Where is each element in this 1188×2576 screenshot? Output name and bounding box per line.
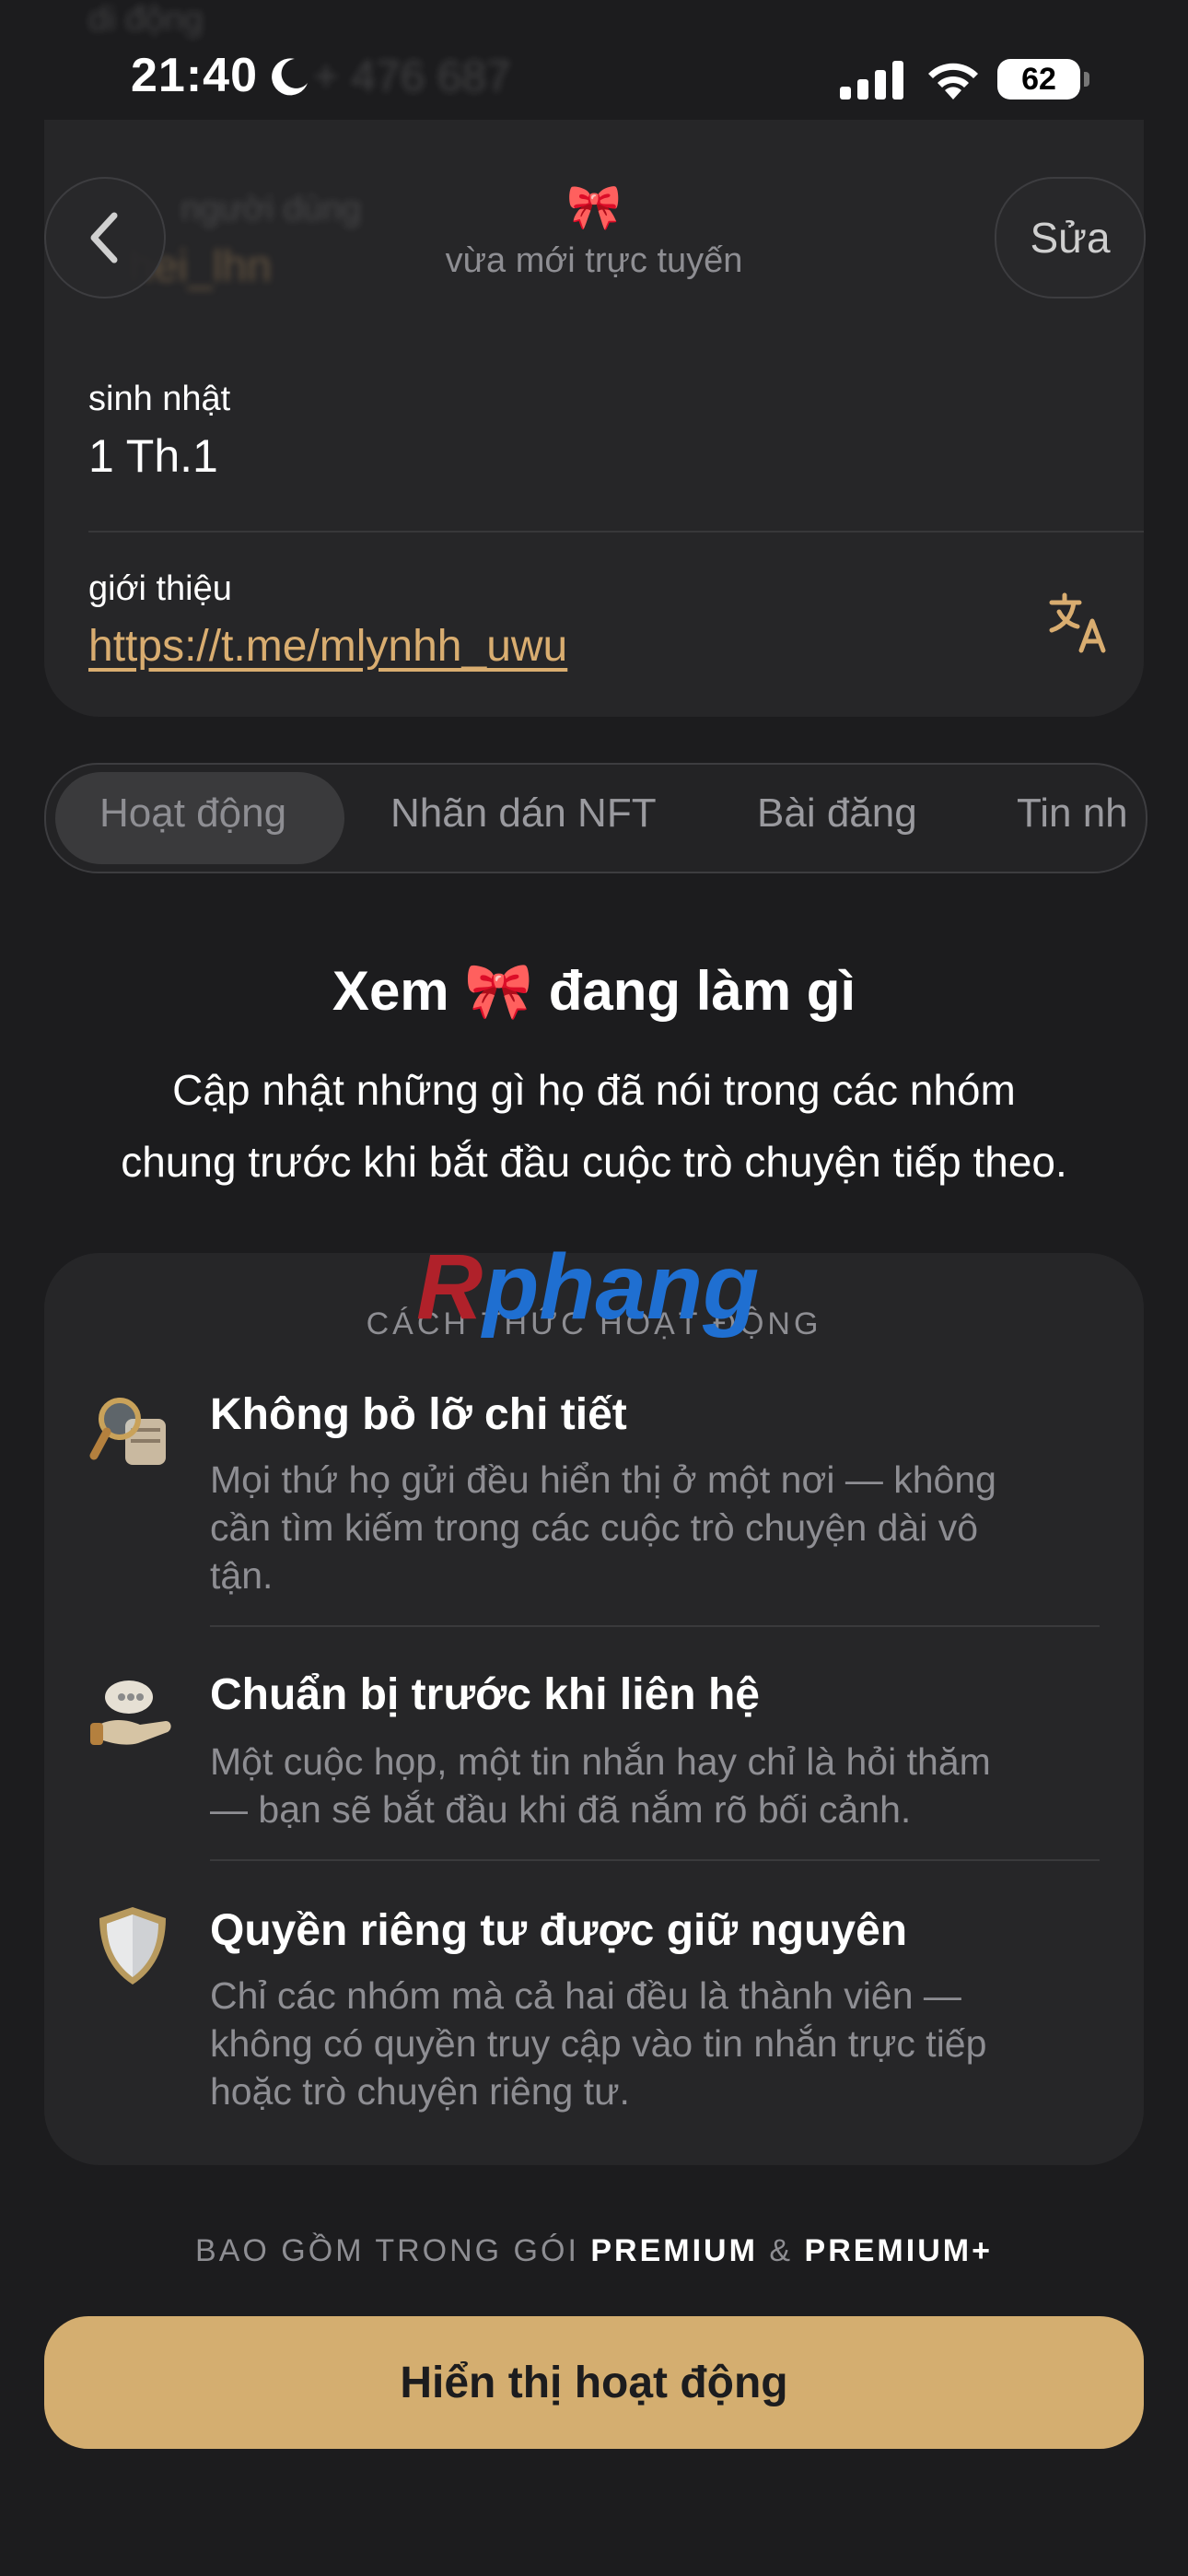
status-bar: 21:40 62: [0, 0, 1188, 147]
status-time: 21:40: [131, 49, 258, 102]
chevron-left-icon: [90, 212, 118, 263]
profile-emoji-avatar[interactable]: 🎀: [564, 181, 624, 233]
wifi-icon: [928, 63, 978, 100]
section-subtitle-line: Cập nhật những gì họ đã nói trong các nh…: [172, 1066, 1016, 1114]
feature-title: Không bỏ lỡ chi tiết: [210, 1390, 627, 1439]
section-title: Xem 🎀 đang làm gì: [332, 960, 856, 1022]
section-subtitle-line: chung trước khi bắt đầu cuộc trò chuyện …: [121, 1138, 1067, 1186]
included-amp: &: [769, 2233, 794, 2268]
feature-description-line: không có quyền truy cập vào tin nhắn trự…: [210, 2022, 987, 2065]
tab-posts[interactable]: Bài đăng: [757, 790, 917, 837]
profile-tabs: Hoạt động Nhãn dán NFT Bài đăng Tin nh: [44, 763, 1147, 873]
feature-description: Mọi thứ họ gửi đều hiển thị ở một nơi — …: [210, 1456, 1094, 1599]
feature-description-line: — bạn sẽ bắt đầu khi đã nắm rõ bối cảnh.: [210, 1788, 912, 1831]
watermark-rest: phang: [483, 1235, 760, 1339]
tab-activity[interactable]: Hoạt động: [99, 790, 286, 837]
bio-label: giới thiệu: [88, 569, 232, 608]
feature-description-line: Một cuộc họp, một tin nhắn hay chỉ là hỏ…: [210, 1740, 991, 1783]
username-label-blurred: người dùng: [181, 190, 362, 228]
feature-description-line: Chỉ các nhóm mà cả hai đều là thành viên…: [210, 1974, 961, 2017]
moon-icon: [272, 58, 308, 96]
feature-description-line: cần tìm kiếm trong các cuộc trò chuyện d…: [210, 1506, 979, 1549]
feature-title: Quyền riêng tư được giữ nguyên: [210, 1906, 908, 1955]
feature-divider: [210, 1625, 1100, 1627]
edit-button[interactable]: Sửa: [995, 177, 1146, 299]
feature-description-line: hoặc trò chuyện riêng tư.: [210, 2070, 630, 2113]
birthday-value: 1 Th.1: [88, 430, 218, 482]
bio-link[interactable]: https://t.me/mlynhh_uwu: [88, 621, 567, 672]
watermark-logo: Rphang: [416, 1235, 759, 1341]
online-status: vừa mới trực tuyến: [445, 241, 743, 280]
show-activity-button[interactable]: Hiển thị hoạt động: [44, 2316, 1144, 2449]
included-in-premium: BAO GỒM TRONG GÓI PREMIUM & PREMIUM+: [0, 2233, 1188, 2269]
battery-indicator: 62: [997, 59, 1089, 100]
feature-divider: [210, 1859, 1100, 1861]
hand-bubble-icon: [90, 1680, 171, 1745]
birthday-label: sinh nhật: [88, 380, 231, 418]
included-prefix: BAO GỒM TRONG GÓI: [195, 2233, 579, 2268]
translate-icon[interactable]: [1046, 590, 1112, 656]
feature-description-line: tận.: [210, 1554, 274, 1597]
divider: [88, 531, 1144, 533]
shield-icon: [99, 1907, 166, 1985]
cellular-signal-icon: [840, 61, 903, 100]
feature-description: Một cuộc họp, một tin nhắn hay chỉ là hỏ…: [210, 1738, 1094, 1833]
feature-description: Chỉ các nhóm mà cả hai đều là thành viên…: [210, 1972, 1094, 2115]
section-subtitle: Cập nhật những gì họ đã nói trong các nh…: [37, 1054, 1151, 1198]
back-button[interactable]: [44, 177, 166, 299]
tab-messages[interactable]: Tin nh: [1017, 790, 1128, 837]
feature-title: Chuẩn bị trước khi liên hệ: [210, 1670, 760, 1719]
watermark-first-letter: R: [416, 1235, 483, 1339]
tab-nft-stickers[interactable]: Nhãn dán NFT: [390, 790, 657, 837]
magnifier-icon: [89, 1398, 166, 1465]
profile-screen: di động + 476 687 người dùng hei_lhn 21:…: [0, 0, 1188, 2576]
feature-description-line: Mọi thứ họ gửi đều hiển thị ở một nơi — …: [210, 1458, 996, 1501]
premium-plus-tier: PREMIUM+: [804, 2233, 993, 2268]
premium-tier: PREMIUM: [590, 2233, 758, 2268]
